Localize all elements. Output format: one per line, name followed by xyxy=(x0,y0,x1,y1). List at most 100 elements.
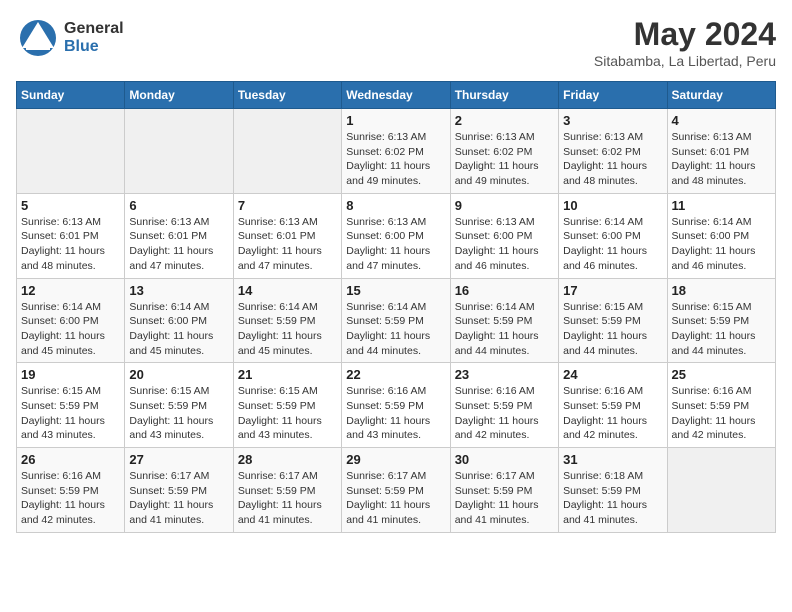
day-number: 9 xyxy=(455,198,554,213)
day-cell: 13Sunrise: 6:14 AM Sunset: 6:00 PM Dayli… xyxy=(125,278,233,363)
day-number: 15 xyxy=(346,283,445,298)
day-cell: 12 Sunrise: 6:14 AM Sunset: 6:00 PM Dayli… xyxy=(17,278,125,363)
day-number: 21 xyxy=(238,367,337,382)
day-number: 17 xyxy=(563,283,662,298)
day-number: 7 xyxy=(238,198,337,213)
day-info: Sunrise: 6:16 AM Sunset: 5:59 PM Dayligh… xyxy=(455,384,554,443)
day-cell xyxy=(233,109,341,194)
month-year-title: May 2024 xyxy=(594,16,776,53)
day-number: 29 xyxy=(346,452,445,467)
day-info: Sunrise: 6:15 AM Sunset: 5:59 PM Dayligh… xyxy=(238,384,337,443)
day-cell: 1Sunrise: 6:13 AM Sunset: 6:02 PM Daylig… xyxy=(342,109,450,194)
column-header-sunday: Sunday xyxy=(17,82,125,109)
day-info: Sunrise: 6:17 AM Sunset: 5:59 PM Dayligh… xyxy=(238,469,337,528)
day-cell: 21 Sunrise: 6:15 AM Sunset: 5:59 PM Dayli… xyxy=(233,363,341,448)
day-info: Sunrise: 6:15 AM Sunset: 5:59 PM Dayligh… xyxy=(129,384,228,443)
column-header-monday: Monday xyxy=(125,82,233,109)
logo-text-blue: Blue xyxy=(64,38,124,56)
day-cell: 11 Sunrise: 6:14 AM Sunset: 6:00 PM Dayli… xyxy=(667,193,775,278)
day-number: 20 xyxy=(129,367,228,382)
day-cell: 9 Sunrise: 6:13 AM Sunset: 6:00 PM Daylig… xyxy=(450,193,558,278)
day-info: Sunrise: 6:16 AM Sunset: 5:59 PM Dayligh… xyxy=(563,384,662,443)
day-cell: 2 Sunrise: 6:13 AM Sunset: 6:02 PM Daylig… xyxy=(450,109,558,194)
day-number: 24 xyxy=(563,367,662,382)
day-number: 16 xyxy=(455,283,554,298)
day-info: Sunrise: 6:13 AM Sunset: 6:01 PM Dayligh… xyxy=(672,130,771,189)
day-info: Sunrise: 6:14 AM Sunset: 6:00 PM Dayligh… xyxy=(21,300,120,359)
day-info: Sunrise: 6:13 AM Sunset: 6:00 PM Dayligh… xyxy=(455,215,554,274)
day-cell: 8Sunrise: 6:13 AM Sunset: 6:00 PM Daylig… xyxy=(342,193,450,278)
day-number: 10 xyxy=(563,198,662,213)
day-number: 2 xyxy=(455,113,554,128)
day-info: Sunrise: 6:15 AM Sunset: 5:59 PM Dayligh… xyxy=(21,384,120,443)
day-info: Sunrise: 6:14 AM Sunset: 6:00 PM Dayligh… xyxy=(563,215,662,274)
day-cell: 3 Sunrise: 6:13 AM Sunset: 6:02 PM Daylig… xyxy=(559,109,667,194)
day-cell xyxy=(125,109,233,194)
day-cell: 16 Sunrise: 6:14 AM Sunset: 5:59 PM Dayli… xyxy=(450,278,558,363)
day-cell: 14Sunrise: 6:14 AM Sunset: 5:59 PM Dayli… xyxy=(233,278,341,363)
day-info: Sunrise: 6:13 AM Sunset: 6:01 PM Dayligh… xyxy=(129,215,228,274)
day-cell: 22 Sunrise: 6:16 AM Sunset: 5:59 PM Dayli… xyxy=(342,363,450,448)
day-number: 13 xyxy=(129,283,228,298)
day-number: 22 xyxy=(346,367,445,382)
column-header-thursday: Thursday xyxy=(450,82,558,109)
day-cell: 30Sunrise: 6:17 AM Sunset: 5:59 PM Dayli… xyxy=(450,448,558,533)
day-info: Sunrise: 6:14 AM Sunset: 5:59 PM Dayligh… xyxy=(346,300,445,359)
day-number: 12 xyxy=(21,283,120,298)
day-number: 5 xyxy=(21,198,120,213)
day-cell: 6 Sunrise: 6:13 AM Sunset: 6:01 PM Daylig… xyxy=(125,193,233,278)
day-cell: 20 Sunrise: 6:15 AM Sunset: 5:59 PM Dayli… xyxy=(125,363,233,448)
header-row: SundayMondayTuesdayWednesdayThursdayFrid… xyxy=(17,82,776,109)
day-info: Sunrise: 6:13 AM Sunset: 6:02 PM Dayligh… xyxy=(563,130,662,189)
day-info: Sunrise: 6:15 AM Sunset: 5:59 PM Dayligh… xyxy=(672,300,771,359)
week-row-3: 12 Sunrise: 6:14 AM Sunset: 6:00 PM Dayli… xyxy=(17,278,776,363)
day-info: Sunrise: 6:17 AM Sunset: 5:59 PM Dayligh… xyxy=(346,469,445,528)
page-header: General Blue May 2024 Sitabamba, La Libe… xyxy=(16,16,776,69)
day-info: Sunrise: 6:14 AM Sunset: 6:00 PM Dayligh… xyxy=(672,215,771,274)
day-info: Sunrise: 6:16 AM Sunset: 5:59 PM Dayligh… xyxy=(21,469,120,528)
day-info: Sunrise: 6:13 AM Sunset: 6:02 PM Dayligh… xyxy=(455,130,554,189)
day-cell: 17 Sunrise: 6:15 AM Sunset: 5:59 PM Dayli… xyxy=(559,278,667,363)
week-row-2: 5 Sunrise: 6:13 AM Sunset: 6:01 PM Daylig… xyxy=(17,193,776,278)
day-cell: 31Sunrise: 6:18 AM Sunset: 5:59 PM Dayli… xyxy=(559,448,667,533)
title-block: May 2024 Sitabamba, La Libertad, Peru xyxy=(594,16,776,69)
day-info: Sunrise: 6:17 AM Sunset: 5:59 PM Dayligh… xyxy=(455,469,554,528)
day-info: Sunrise: 6:15 AM Sunset: 5:59 PM Dayligh… xyxy=(563,300,662,359)
day-cell xyxy=(17,109,125,194)
day-cell: 25Sunrise: 6:16 AM Sunset: 5:59 PM Dayli… xyxy=(667,363,775,448)
day-cell: 26 Sunrise: 6:16 AM Sunset: 5:59 PM Dayli… xyxy=(17,448,125,533)
column-header-tuesday: Tuesday xyxy=(233,82,341,109)
day-number: 27 xyxy=(129,452,228,467)
day-cell: 23 Sunrise: 6:16 AM Sunset: 5:59 PM Dayli… xyxy=(450,363,558,448)
column-header-friday: Friday xyxy=(559,82,667,109)
day-cell: 28 Sunrise: 6:17 AM Sunset: 5:59 PM Dayli… xyxy=(233,448,341,533)
location-subtitle: Sitabamba, La Libertad, Peru xyxy=(594,53,776,69)
day-info: Sunrise: 6:13 AM Sunset: 6:01 PM Dayligh… xyxy=(238,215,337,274)
day-cell: 19 Sunrise: 6:15 AM Sunset: 5:59 PM Dayli… xyxy=(17,363,125,448)
day-cell: 27Sunrise: 6:17 AM Sunset: 5:59 PM Dayli… xyxy=(125,448,233,533)
day-number: 11 xyxy=(672,198,771,213)
day-info: Sunrise: 6:13 AM Sunset: 6:01 PM Dayligh… xyxy=(21,215,120,274)
day-cell: 24 Sunrise: 6:16 AM Sunset: 5:59 PM Dayli… xyxy=(559,363,667,448)
day-cell: 29 Sunrise: 6:17 AM Sunset: 5:59 PM Dayli… xyxy=(342,448,450,533)
day-number: 6 xyxy=(129,198,228,213)
day-number: 19 xyxy=(21,367,120,382)
day-number: 23 xyxy=(455,367,554,382)
day-number: 3 xyxy=(563,113,662,128)
day-info: Sunrise: 6:14 AM Sunset: 5:59 PM Dayligh… xyxy=(455,300,554,359)
day-cell: 7 Sunrise: 6:13 AM Sunset: 6:01 PM Daylig… xyxy=(233,193,341,278)
day-cell: 10 Sunrise: 6:14 AM Sunset: 6:00 PM Dayli… xyxy=(559,193,667,278)
day-info: Sunrise: 6:18 AM Sunset: 5:59 PM Dayligh… xyxy=(563,469,662,528)
logo: General Blue xyxy=(16,16,124,60)
day-cell: 15 Sunrise: 6:14 AM Sunset: 5:59 PM Dayli… xyxy=(342,278,450,363)
day-number: 1 xyxy=(346,113,445,128)
day-number: 26 xyxy=(21,452,120,467)
week-row-4: 19 Sunrise: 6:15 AM Sunset: 5:59 PM Dayli… xyxy=(17,363,776,448)
day-number: 18 xyxy=(672,283,771,298)
logo-icon xyxy=(16,16,60,60)
day-number: 28 xyxy=(238,452,337,467)
day-number: 14 xyxy=(238,283,337,298)
day-cell: 4Sunrise: 6:13 AM Sunset: 6:01 PM Daylig… xyxy=(667,109,775,194)
day-info: Sunrise: 6:16 AM Sunset: 5:59 PM Dayligh… xyxy=(346,384,445,443)
week-row-1: 1 Sunrise: 6:13 AM Sunset: 6:02 PM Daylig… xyxy=(17,109,776,194)
